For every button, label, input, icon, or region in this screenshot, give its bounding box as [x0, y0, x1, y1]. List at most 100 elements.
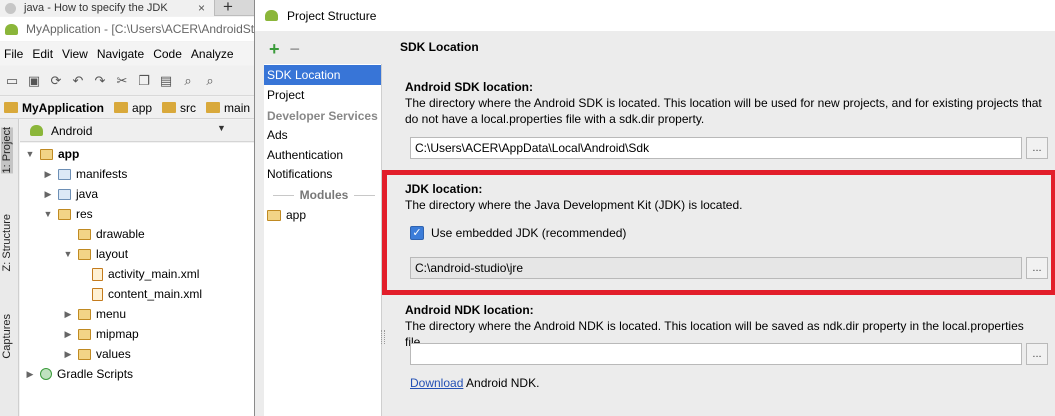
embedded-jdk-label: Use embedded JDK (recommended)	[431, 226, 627, 240]
dialog-title: Project Structure	[287, 8, 377, 23]
project-view-selector[interactable]: Android ▼ ⚙	[20, 120, 262, 142]
nav-item-project[interactable]: Project	[264, 85, 381, 105]
chevron-right-icon[interactable]: ▶	[62, 309, 74, 320]
chevron-down-icon[interactable]: ▼	[217, 123, 226, 133]
android-ndk-title: Android NDK location:	[405, 303, 534, 317]
android-sdk-path-input[interactable]: C:\Users\ACER\AppData\Local\Android\Sdk	[410, 137, 1022, 159]
redo-icon[interactable]: ↷	[92, 73, 108, 89]
android-ndk-path-input[interactable]	[410, 343, 1022, 365]
project-view-label: Android	[51, 123, 93, 138]
menu-file[interactable]: File	[4, 47, 23, 61]
breadcrumb-item[interactable]: MyApplication	[4, 101, 104, 115]
side-tab-captures[interactable]: Captures	[1, 314, 13, 359]
nav-item-notifications[interactable]: Notifications	[264, 164, 381, 184]
splitter-handle[interactable]	[381, 330, 385, 344]
res-folder-icon	[58, 208, 71, 220]
menu-edit[interactable]: Edit	[32, 47, 53, 61]
nav-item-sdk-location[interactable]: SDK Location	[264, 65, 381, 85]
add-icon[interactable]: +	[269, 40, 280, 58]
module-folder-icon	[40, 148, 53, 160]
android-icon	[30, 125, 43, 136]
open-folder-icon[interactable]: ▭	[4, 73, 20, 89]
nav-item-app[interactable]: app	[264, 205, 381, 225]
tree-item-mipmap[interactable]: ▶ mipmap	[62, 324, 139, 344]
embedded-jdk-checkbox-row[interactable]: ✓ Use embedded JDK (recommended)	[410, 226, 626, 240]
browser-tab[interactable]: java - How to specify the JDK	[0, 0, 215, 16]
tree-item-app[interactable]: ▼ app	[24, 144, 80, 164]
page-title: SDK Location	[400, 40, 479, 54]
chevron-down-icon[interactable]: ▼	[24, 149, 36, 159]
tree-item-menu[interactable]: ▶ menu	[62, 304, 127, 324]
chevron-right-icon[interactable]: ▶	[24, 369, 36, 380]
ide-window-title: MyApplication - [C:\Users\ACER\AndroidSt…	[26, 22, 262, 36]
jdk-description: The directory where the Java Development…	[405, 198, 743, 212]
breadcrumb: MyApplication app src main	[0, 97, 262, 119]
jdk-title: JDK location:	[405, 182, 483, 196]
paste-icon[interactable]: ▤	[158, 73, 174, 89]
ide-window: java - How to specify the JDK × + MyAppl…	[0, 0, 262, 416]
settings-nav: SDK Location Project Developer Services …	[264, 64, 382, 416]
folder-icon	[78, 328, 91, 340]
project-tree: ▼ app ▶ manifests ▶ java ▼ res drawable ▼ lay…	[20, 143, 262, 416]
folder-icon	[162, 102, 177, 113]
download-ndk-suffix: Android NDK.	[463, 376, 540, 390]
chevron-down-icon[interactable]: ▼	[42, 209, 54, 219]
dialog-title-bar: Project Structure	[255, 0, 1055, 31]
jdk-browse-button[interactable]: ...	[1026, 257, 1048, 279]
breadcrumb-item[interactable]: main	[206, 101, 250, 115]
close-tab-icon[interactable]: ×	[198, 1, 205, 15]
find-icon[interactable]: ⌕	[180, 73, 196, 89]
jdk-path-input[interactable]: C:\android-studio\jre	[410, 257, 1022, 279]
tree-item-activity-main[interactable]: activity_main.xml	[92, 264, 199, 284]
breadcrumb-item[interactable]: app	[114, 101, 152, 115]
tree-item-content-main[interactable]: content_main.xml	[92, 284, 202, 304]
chevron-down-icon[interactable]: ▼	[62, 249, 74, 259]
android-sdk-browse-button[interactable]: ...	[1026, 137, 1048, 159]
tree-item-res[interactable]: ▼ res	[42, 204, 93, 224]
nav-separator-modules: Modules	[264, 185, 381, 205]
cut-icon[interactable]: ✂	[114, 73, 130, 89]
tree-item-drawable[interactable]: drawable	[62, 224, 145, 244]
download-ndk-link[interactable]: Download	[410, 376, 463, 390]
tree-item-manifests[interactable]: ▶ manifests	[42, 164, 128, 184]
browser-tab-title: java - How to specify the JDK	[24, 2, 168, 14]
folder-icon	[58, 188, 71, 200]
tree-item-gradle-scripts[interactable]: ▶ Gradle Scripts	[24, 364, 134, 384]
side-tab-structure[interactable]: Z: Structure	[1, 214, 13, 271]
android-ndk-browse-button[interactable]: ...	[1026, 343, 1048, 365]
menu-analyze[interactable]: Analyze	[191, 47, 234, 61]
chevron-right-icon[interactable]: ▶	[62, 329, 74, 340]
download-ndk-row: Download Android NDK.	[410, 376, 539, 390]
android-sdk-title: Android SDK location:	[405, 80, 533, 94]
project-structure-dialog: Project Structure + − SDK Location Proje…	[254, 0, 1055, 416]
chevron-right-icon[interactable]: ▶	[42, 189, 54, 200]
menu-navigate[interactable]: Navigate	[97, 47, 144, 61]
side-tab-project[interactable]: 1: Project	[1, 127, 13, 174]
folder-icon	[114, 102, 129, 113]
menu-code[interactable]: Code	[153, 47, 182, 61]
new-tab-button[interactable]: +	[223, 0, 233, 17]
tree-item-java[interactable]: ▶ java	[42, 184, 98, 204]
gradle-icon	[40, 368, 52, 380]
chevron-right-icon[interactable]: ▶	[42, 169, 54, 180]
save-icon[interactable]: ▣	[26, 73, 42, 89]
breadcrumb-item[interactable]: src	[162, 101, 196, 115]
remove-icon[interactable]: −	[290, 40, 301, 58]
tree-item-layout[interactable]: ▼ layout	[62, 244, 129, 264]
main-toolbar: ▭ ▣ ⟳ ↶ ↷ ✂ ❐ ▤ ⌕ ⌕	[0, 66, 262, 96]
nav-item-ads[interactable]: Ads	[264, 125, 381, 145]
sync-icon[interactable]: ⟳	[48, 73, 64, 89]
tool-window-strip: 1: Project Z: Structure Captures	[0, 119, 19, 416]
chevron-right-icon[interactable]: ▶	[62, 349, 74, 360]
embedded-jdk-checkbox[interactable]: ✓	[410, 226, 424, 240]
folder-icon	[4, 102, 18, 113]
android-sdk-description: The directory where the Android SDK is l…	[405, 96, 1042, 126]
browser-tab-strip: java - How to specify the JDK × +	[0, 0, 262, 16]
tree-item-values[interactable]: ▶ values	[62, 344, 131, 364]
menu-view[interactable]: View	[62, 47, 88, 61]
undo-icon[interactable]: ↶	[70, 73, 86, 89]
nav-item-authentication[interactable]: Authentication	[264, 145, 381, 165]
replace-icon[interactable]: ⌕	[202, 73, 218, 89]
android-studio-icon	[265, 10, 278, 21]
copy-icon[interactable]: ❐	[136, 73, 152, 89]
